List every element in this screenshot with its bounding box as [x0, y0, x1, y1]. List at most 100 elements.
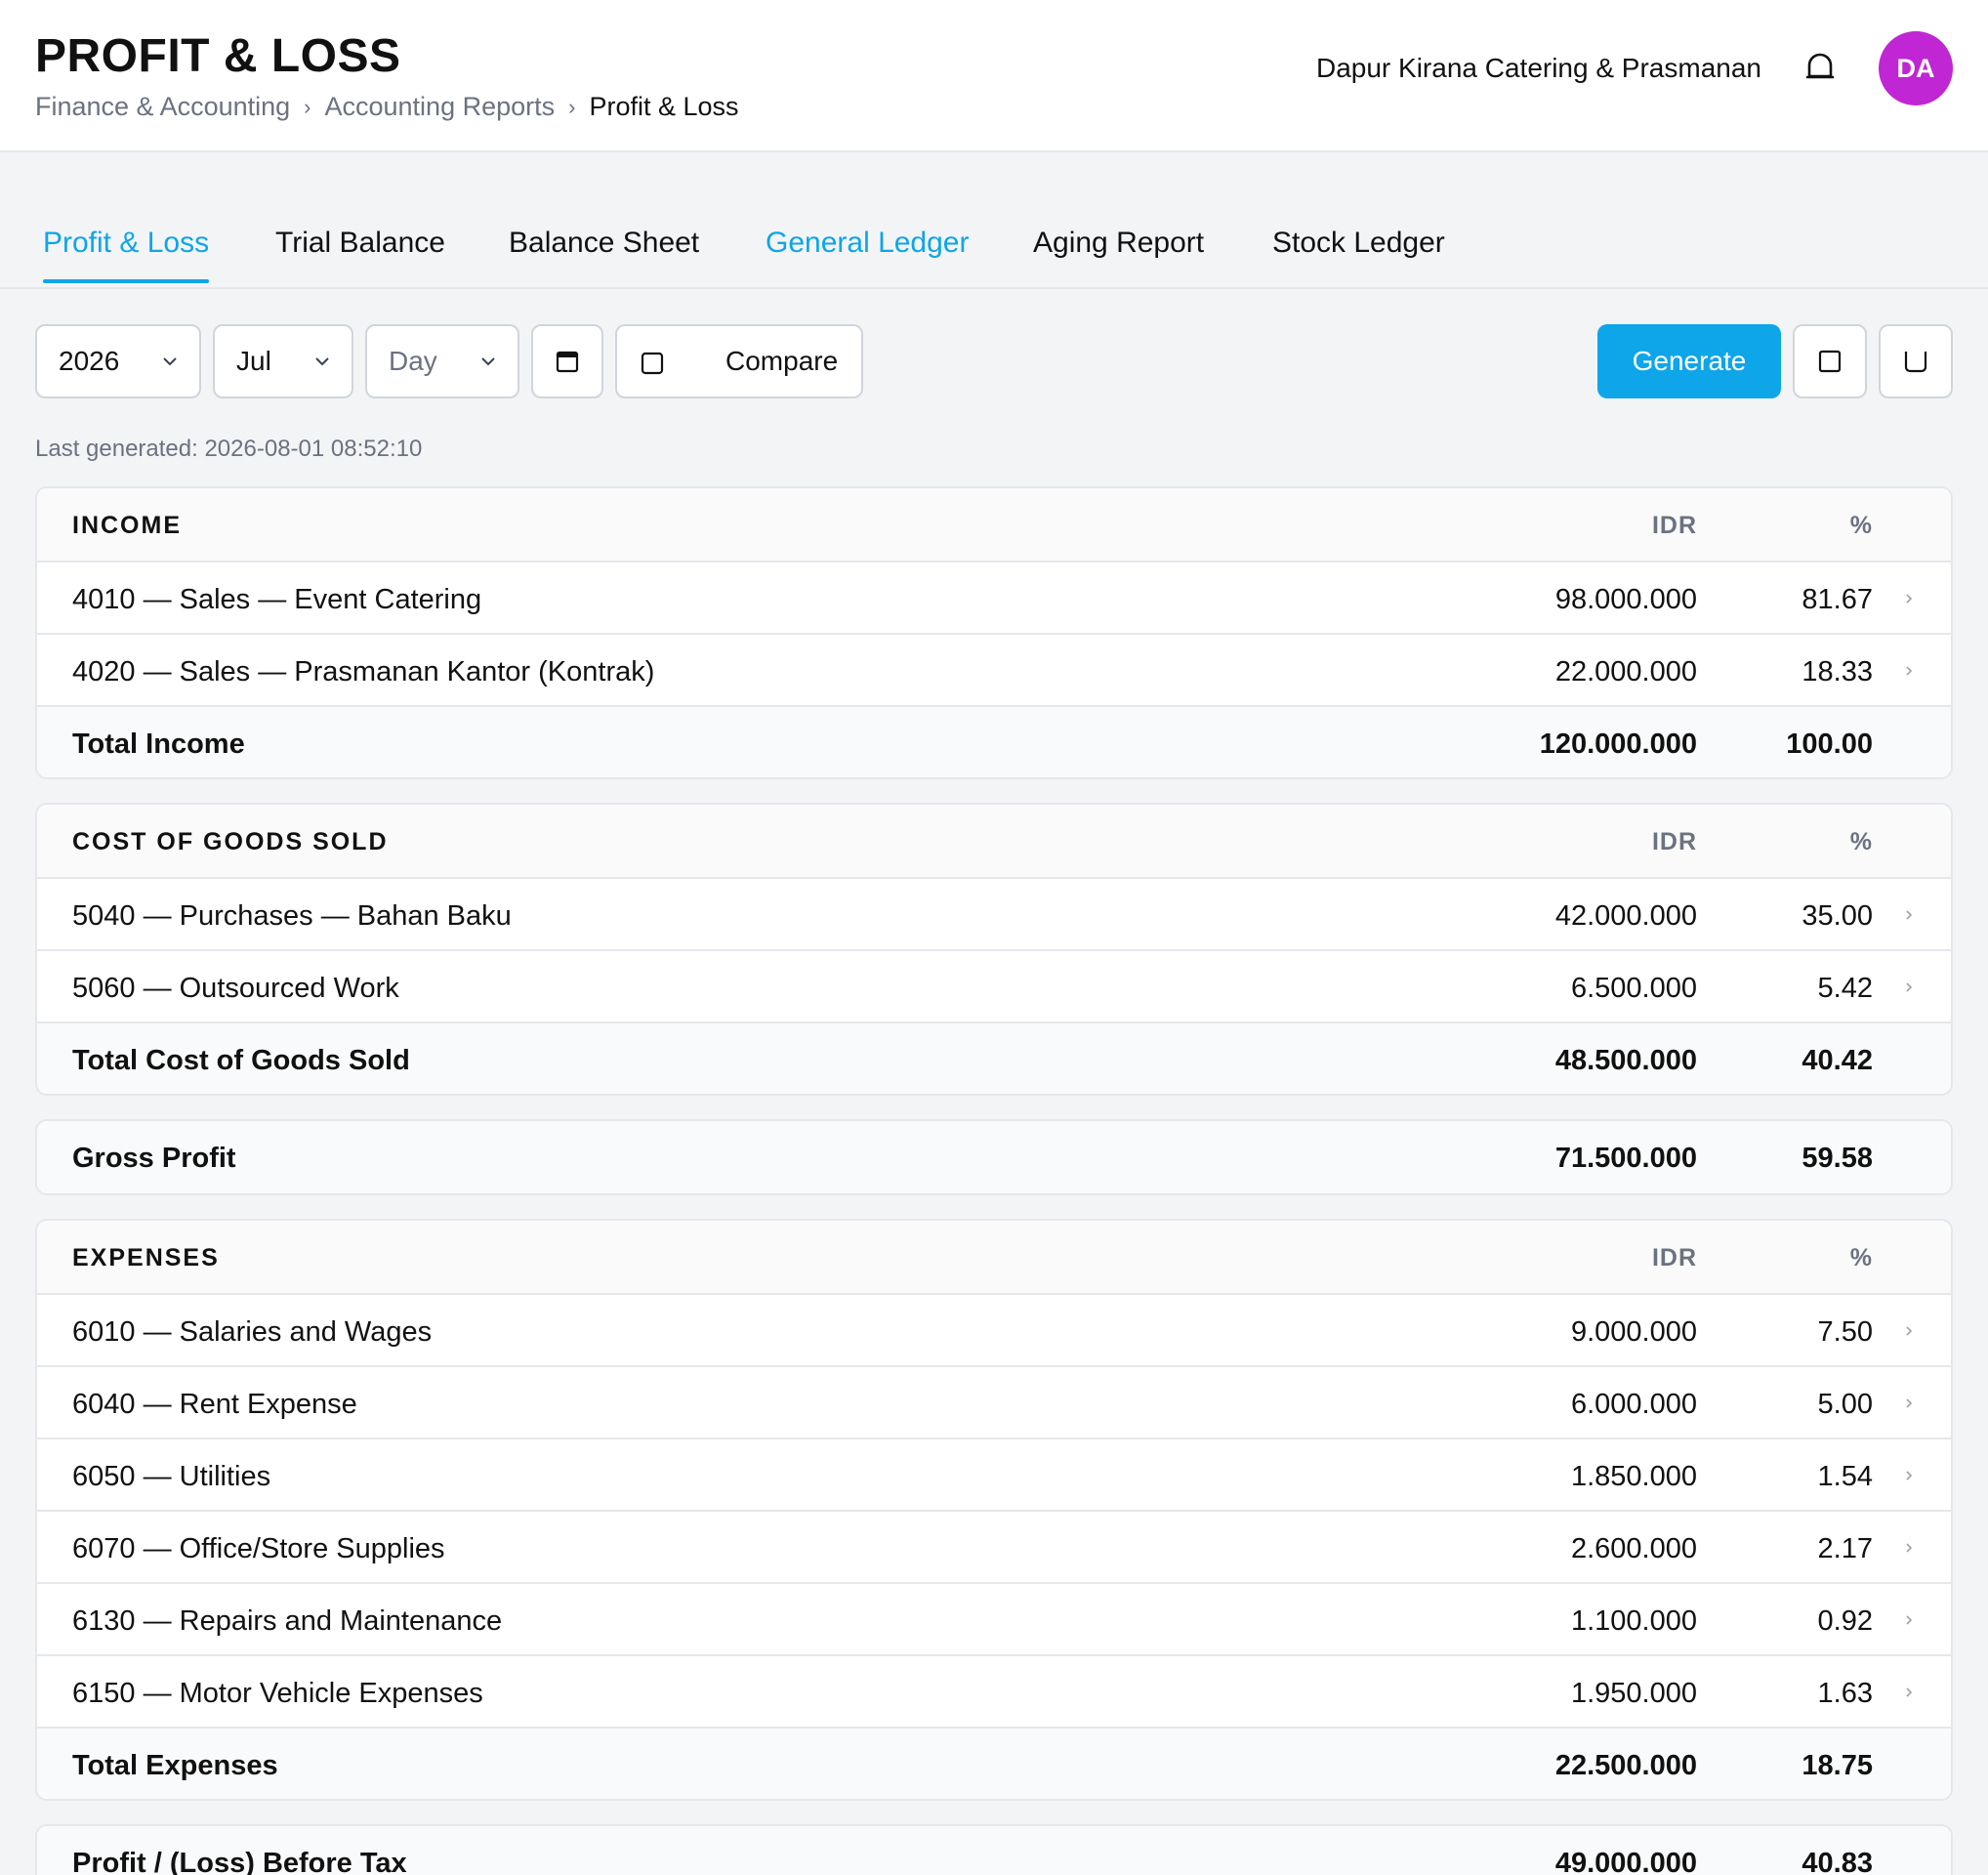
chevron-right-icon[interactable]: [1902, 1684, 1916, 1701]
calendar-button[interactable]: [531, 324, 603, 398]
total-row: Total Income 120.000.000 100.00: [37, 705, 1951, 777]
download-tray-icon: [1904, 352, 1927, 373]
chevron-right-icon[interactable]: [1902, 1467, 1916, 1484]
gross-profit-section: Gross Profit 71.500.000 59.58: [35, 1119, 1953, 1195]
account-percent: 7.50: [1817, 1316, 1873, 1348]
calendar-icon: [556, 351, 579, 373]
gross-profit-label: Gross Profit: [72, 1143, 236, 1174]
company-name[interactable]: Dapur Kirana Catering & Prasmanan: [1316, 53, 1761, 84]
bell-icon[interactable]: [1802, 51, 1838, 86]
account-name: 6150 — Motor Vehicle Expenses: [72, 1678, 483, 1709]
year-select-value: 2026: [59, 346, 120, 376]
table-row[interactable]: 6070 — Office/Store Supplies 2.600.000 2…: [37, 1510, 1951, 1582]
breadcrumb-separator-icon: ›: [568, 94, 576, 119]
year-select[interactable]: 2026: [35, 324, 201, 398]
account-amount: 6.500.000: [1570, 973, 1697, 1004]
chevron-right-icon[interactable]: [1902, 590, 1916, 607]
breadcrumb-item-current: Profit & Loss: [589, 92, 739, 121]
total-label: Total Cost of Goods Sold: [72, 1045, 410, 1076]
total-amount: 48.500.000: [1554, 1045, 1697, 1076]
avatar[interactable]: DA: [1879, 31, 1953, 105]
table-row[interactable]: 6150 — Motor Vehicle Expenses 1.950.000 …: [37, 1654, 1951, 1727]
section-header: INCOME IDR %: [37, 488, 1951, 561]
tab-general-ledger[interactable]: General Ledger: [766, 227, 969, 260]
table-row[interactable]: 6010 — Salaries and Wages 9.000.000 7.50: [37, 1293, 1951, 1365]
tab-balance-sheet[interactable]: Balance Sheet: [509, 227, 699, 260]
section-header: COST OF GOODS SOLD IDR %: [37, 805, 1951, 877]
square-icon: [1818, 350, 1842, 373]
checkbox-icon[interactable]: [641, 352, 664, 375]
profit-before-tax-row: Profit / (Loss) Before Tax 49.000.000 40…: [37, 1826, 1951, 1875]
breadcrumb-item-finance[interactable]: Finance & Accounting: [35, 92, 290, 122]
chevron-down-icon: [315, 357, 329, 366]
account-amount: 22.000.000: [1554, 656, 1697, 688]
section-title: COST OF GOODS SOLD: [72, 828, 389, 855]
column-header-percent: %: [1849, 512, 1873, 539]
section-title: EXPENSES: [72, 1244, 220, 1271]
chevron-right-icon[interactable]: [1902, 1395, 1916, 1412]
chevron-right-icon[interactable]: [1902, 906, 1916, 924]
profit-before-tax-percent: 40.83: [1802, 1848, 1873, 1875]
chevron-right-icon[interactable]: [1902, 1539, 1916, 1557]
account-name: 6070 — Office/Store Supplies: [72, 1533, 445, 1564]
active-tab-indicator: [43, 279, 209, 283]
day-select[interactable]: Day: [365, 324, 519, 398]
table-row[interactable]: 6050 — Utilities 1.850.000 1.54: [37, 1438, 1951, 1510]
column-header-percent: %: [1849, 1244, 1873, 1271]
tab-aging-report[interactable]: Aging Report: [1033, 227, 1204, 260]
table-row[interactable]: 5060 — Outsourced Work 6.500.000 5.42: [37, 949, 1951, 1021]
table-row[interactable]: 4010 — Sales — Event Catering 98.000.000…: [37, 561, 1951, 633]
account-percent: 1.63: [1817, 1678, 1873, 1709]
gross-profit-percent: 59.58: [1802, 1143, 1873, 1174]
account-percent: 81.67: [1802, 584, 1873, 615]
account-percent: 0.92: [1817, 1605, 1873, 1637]
chevron-down-icon: [481, 357, 495, 366]
chevron-down-icon: [163, 357, 177, 366]
account-name: 6050 — Utilities: [72, 1461, 271, 1492]
profit-before-tax-section: Profit / (Loss) Before Tax 49.000.000 40…: [35, 1824, 1953, 1875]
total-row: Total Cost of Goods Sold 48.500.000 40.4…: [37, 1021, 1951, 1094]
account-percent: 1.54: [1817, 1461, 1873, 1492]
print-button[interactable]: [1793, 324, 1867, 398]
total-percent: 100.00: [1786, 729, 1873, 760]
month-select[interactable]: Jul: [213, 324, 353, 398]
breadcrumb-separator-icon: ›: [304, 94, 311, 119]
table-row[interactable]: 4020 — Sales — Prasmanan Kantor (Kontrak…: [37, 633, 1951, 705]
income-section: INCOME IDR % 4010 — Sales — Event Cateri…: [35, 486, 1953, 779]
account-name: 6010 — Salaries and Wages: [72, 1316, 433, 1348]
breadcrumb: Finance & Accounting › Accounting Report…: [35, 92, 739, 122]
account-percent: 2.17: [1817, 1533, 1873, 1564]
account-amount: 42.000.000: [1554, 900, 1697, 932]
total-amount: 120.000.000: [1539, 729, 1697, 760]
total-row: Total Expenses 22.500.000 18.75: [37, 1727, 1951, 1799]
generate-button[interactable]: Generate: [1597, 324, 1781, 398]
chevron-right-icon[interactable]: [1902, 662, 1916, 680]
tab-trial-balance[interactable]: Trial Balance: [275, 227, 445, 260]
compare-toggle[interactable]: Compare: [615, 324, 863, 398]
total-label: Total Expenses: [72, 1750, 278, 1781]
account-name: 6040 — Rent Expense: [72, 1389, 357, 1420]
account-amount: 2.600.000: [1570, 1533, 1697, 1564]
account-percent: 35.00: [1802, 900, 1873, 932]
tab-stock-ledger[interactable]: Stock Ledger: [1272, 227, 1445, 260]
table-row[interactable]: 6130 — Repairs and Maintenance 1.100.000…: [37, 1582, 1951, 1654]
chevron-right-icon[interactable]: [1902, 1611, 1916, 1629]
table-row[interactable]: 5040 — Purchases — Bahan Baku 42.000.000…: [37, 877, 1951, 949]
table-row[interactable]: 6040 — Rent Expense 6.000.000 5.00: [37, 1365, 1951, 1438]
profit-before-tax-amount: 49.000.000: [1554, 1848, 1697, 1875]
tab-profit-loss[interactable]: Profit & Loss: [43, 227, 209, 260]
chevron-right-icon[interactable]: [1902, 1322, 1916, 1340]
export-button[interactable]: [1879, 324, 1953, 398]
account-amount: 9.000.000: [1570, 1316, 1697, 1348]
gross-profit-row: Gross Profit 71.500.000 59.58: [37, 1121, 1951, 1193]
account-amount: 6.000.000: [1570, 1389, 1697, 1420]
section-header: EXPENSES IDR %: [37, 1221, 1951, 1293]
breadcrumb-item-reports[interactable]: Accounting Reports: [325, 92, 556, 122]
account-amount: 98.000.000: [1554, 584, 1697, 615]
total-percent: 40.42: [1802, 1045, 1873, 1076]
expenses-section: EXPENSES IDR % 6010 — Salaries and Wages…: [35, 1219, 1953, 1801]
chevron-right-icon[interactable]: [1902, 979, 1916, 996]
account-name: 5040 — Purchases — Bahan Baku: [72, 900, 512, 932]
compare-label: Compare: [725, 346, 839, 376]
account-percent: 5.42: [1817, 973, 1873, 1004]
